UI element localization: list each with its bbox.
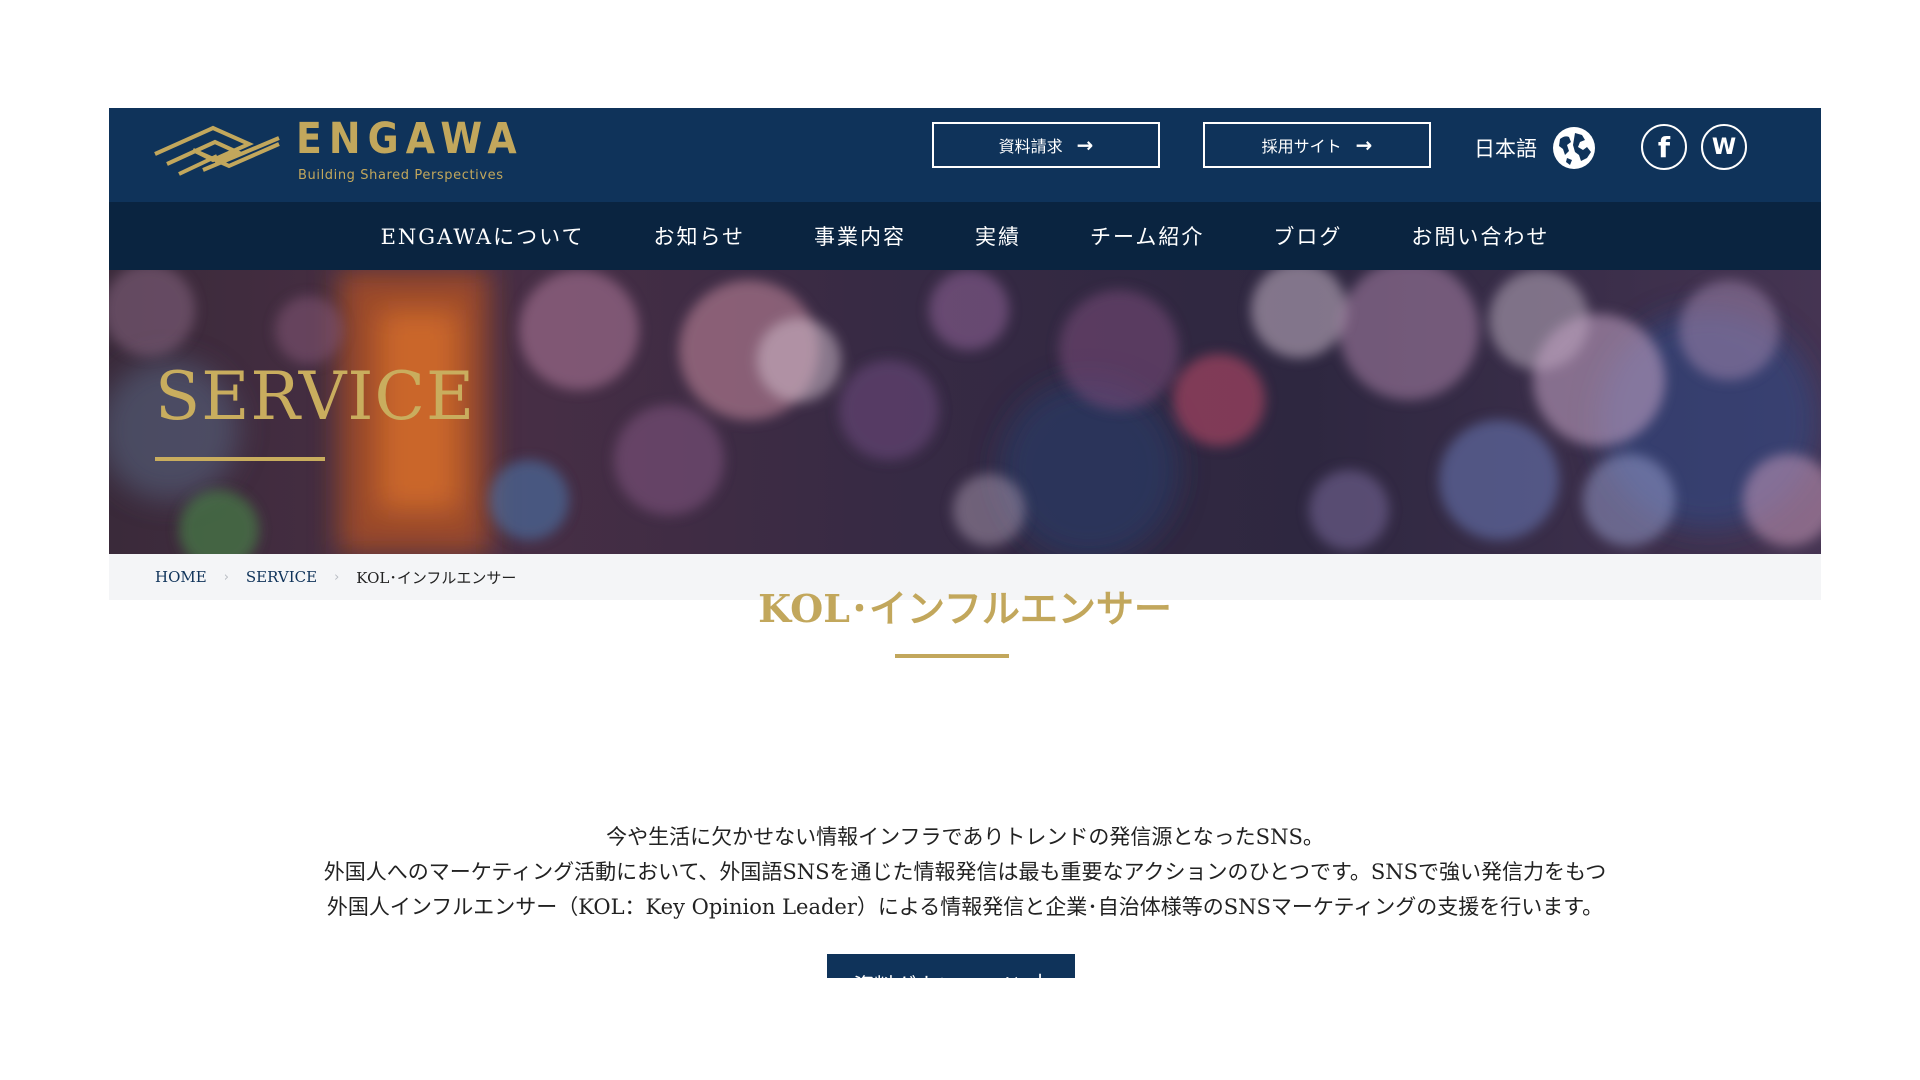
nav-item-about[interactable]: ENGAWAについて [381,221,585,251]
logo[interactable]: ENGAWA Building Shared Perspectives [153,112,517,192]
nav-item-contact[interactable]: お問い合わせ [1411,221,1549,251]
request-docs-label: 資料請求 [998,137,1063,156]
language-label: 日本語 [1474,137,1537,161]
main-nav: ENGAWAについて お知らせ 事業内容 実績 チーム紹介 ブログ お問い合わせ [109,202,1821,270]
w-social-icon[interactable]: W [1701,124,1747,170]
download-icon: ↓ [1031,970,1049,978]
recruit-site-label: 採用サイト [1261,137,1342,156]
request-docs-button[interactable]: 資料請求 → [932,122,1160,168]
logo-mark-icon [154,125,280,176]
lead-line-3: 外国人インフルエンサー（KOL：Key Opinion Leader）による情報… [326,895,1604,919]
nav-item-works[interactable]: 実績 [975,221,1021,251]
lead-line-1: 今や生活に欠かせない情報インフラでありトレンドの発信源となったSNS。 [606,825,1324,849]
hero-title-underline [155,457,325,461]
logo-name: ENGAWA [296,114,524,164]
language-switcher[interactable]: 日本語 [1474,127,1597,169]
nav-item-blog[interactable]: ブログ [1273,221,1342,251]
page-title-underline [895,654,1009,658]
arrow-right-icon: → [1076,133,1094,157]
hero-title: SERVICE [155,358,476,435]
recruit-site-button[interactable]: 採用サイト → [1203,122,1431,168]
header: ENGAWA Building Shared Perspectives 資料請求… [109,108,1821,202]
nav-item-services[interactable]: 事業内容 [814,221,906,251]
arrow-right-icon: → [1355,133,1373,157]
lead-line-2: 外国人へのマーケティング活動において、外国語SNSを通じた情報発信は最も重要なア… [323,860,1607,884]
download-docs-button[interactable]: 資料ダウンロード ↓ [827,954,1075,978]
facebook-icon[interactable]: f [1641,124,1687,170]
nav-item-team[interactable]: チーム紹介 [1090,221,1204,251]
nav-item-news[interactable]: お知らせ [653,221,745,251]
logo-tagline: Building Shared Perspectives [298,168,504,183]
hero-banner: SERVICE [109,270,1821,554]
page: ENGAWA Building Shared Perspectives 資料請求… [109,108,1821,978]
globe-icon [1553,127,1595,169]
download-docs-label: 資料ダウンロード [853,970,1021,978]
page-title: KOL･インフルエンサー [758,586,1172,631]
lead-text: 今や生活に欠かせない情報インフラでありトレンドの発信源となったSNS。 外国人へ… [109,820,1821,925]
